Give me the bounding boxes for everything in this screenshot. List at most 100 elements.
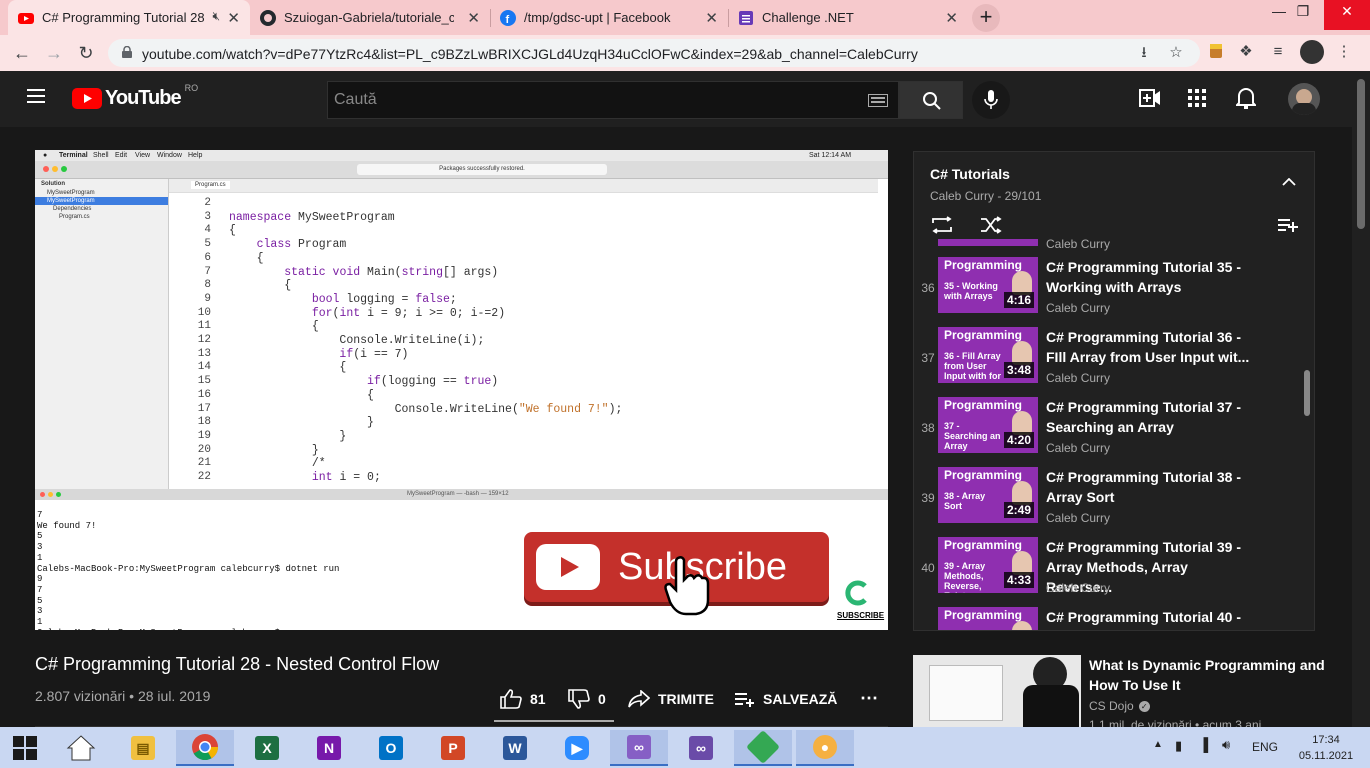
collapse-chevron-icon[interactable]	[1282, 178, 1296, 186]
language-indicator[interactable]: ENG	[1252, 740, 1278, 754]
shuffle-icon[interactable]	[980, 216, 1002, 234]
voice-search-button[interactable]	[972, 81, 1010, 119]
playlist-item-title[interactable]: C# Programming Tutorial 36 - FIll Array …	[1046, 327, 1254, 367]
playlist-thumbnail[interactable]: Programming 38 - Array Sort 2:49	[938, 467, 1038, 523]
playlist-menu-icon[interactable]	[1278, 218, 1298, 232]
restore-icon[interactable]: ❐	[1282, 0, 1324, 30]
playlist-thumbnail[interactable]: Programming 39 - Array Methods, Reverse, …	[938, 537, 1038, 593]
word-icon[interactable]: W	[486, 730, 544, 766]
create-video-icon[interactable]	[1139, 89, 1161, 107]
omnibox[interactable]: youtube.com/watch?v=dPe77YtzRc4&list=PL_…	[108, 39, 1200, 67]
youtube-logo-text: YouTube	[105, 86, 182, 109]
file-explorer-icon[interactable]: ▤	[114, 730, 172, 766]
power-icon[interactable]: ▮	[1175, 738, 1182, 754]
like-button[interactable]: 81	[500, 688, 546, 710]
start-button[interactable]	[0, 730, 50, 766]
tab-youtube[interactable]: C# Programming Tutorial 28 🔇︎ ✕	[8, 0, 250, 35]
code-line: {	[229, 361, 347, 375]
url-text[interactable]: youtube.com/watch?v=dPe77YtzRc4&list=PL_…	[142, 46, 918, 62]
code-line: class Program	[256, 238, 347, 252]
visual-studio-icon[interactable]: ∞	[610, 730, 668, 766]
playlist-thumbnail[interactable]: Programming 37 - Searching an Array 4:20	[938, 397, 1038, 453]
extensions-puzzle-icon[interactable]: ❖	[1236, 42, 1256, 62]
loop-icon[interactable]	[930, 216, 954, 234]
show-hidden-icons[interactable]: ▲	[1153, 739, 1163, 750]
playlist-item-title[interactable]: C# Programming Tutorial 35 - Working wit…	[1046, 257, 1254, 297]
close-tab-icon[interactable]: ✕	[227, 9, 240, 27]
zoom-icon[interactable]: ▶	[548, 730, 606, 766]
network-icon[interactable]: ▐	[1199, 737, 1208, 752]
more-actions-icon[interactable]: ⋯	[860, 688, 878, 709]
new-tab-button[interactable]: +	[972, 4, 1000, 32]
page-scroll-thumb[interactable]	[1357, 79, 1365, 229]
save-button[interactable]: SALVEAZĂ	[735, 688, 837, 710]
extension-cup-icon[interactable]	[1206, 42, 1226, 62]
forms-icon	[739, 10, 753, 25]
visual-studio-2-icon[interactable]: ∞	[672, 730, 730, 766]
tab-github[interactable]: Szuiogan-Gabriela/tutoriale_c# a ✕	[250, 0, 491, 35]
playlist-item[interactable]: 37 Programming 36 - Fill Array from User I…	[914, 317, 1314, 387]
playlist-item[interactable]: Programming C# Programming Tutorial 40 -	[914, 597, 1314, 630]
video-player[interactable]: ● Terminal Shell Edit View Window Help S…	[35, 150, 888, 630]
line-number: 13	[197, 347, 211, 360]
dislike-button[interactable]: 0	[568, 688, 606, 710]
close-tab-icon[interactable]: ✕	[945, 9, 958, 27]
powerpoint-icon[interactable]: P	[424, 730, 482, 766]
recommended-thumbnail[interactable]	[913, 655, 1081, 727]
apps-grid-icon[interactable]	[1188, 89, 1206, 107]
close-tab-icon[interactable]: ✕	[467, 9, 480, 27]
playlist-thumbnail[interactable]: Programming	[938, 607, 1038, 630]
tab-challenge[interactable]: Challenge .NET ✕	[728, 0, 968, 35]
playlist-thumbnail[interactable]: Programming 35 - Working with Arrays 4:16	[938, 257, 1038, 313]
youtube-logo[interactable]: YouTube RO	[72, 83, 198, 109]
media-queue-icon[interactable]: ≡	[1268, 42, 1288, 62]
bookmark-star-icon[interactable]: ☆	[1166, 43, 1186, 63]
playlist-item[interactable]: 40 Programming 39 - Array Methods, Reverse…	[914, 527, 1314, 597]
onenote-icon[interactable]: N	[300, 730, 358, 766]
playlist-item-title[interactable]: C# Programming Tutorial 37 - Searching a…	[1046, 397, 1254, 437]
clock[interactable]: 17:34 05.11.2021	[1296, 732, 1356, 764]
forward-arrow-icon[interactable]: →	[42, 41, 66, 65]
keyboard-icon[interactable]	[868, 94, 888, 107]
close-tab-icon[interactable]: ✕	[705, 9, 718, 27]
playlist-title[interactable]: C# Tutorials	[930, 166, 1010, 182]
window-close-icon[interactable]: ✕	[1324, 0, 1370, 30]
playlist-item-title[interactable]: C# Programming Tutorial 40 -	[1046, 607, 1254, 627]
speaker-icon[interactable]: 🔇︎	[212, 9, 220, 24]
search-input[interactable]: Caută	[327, 81, 899, 119]
terminal-line: 7	[37, 584, 43, 595]
more-menu-icon[interactable]: ⋮	[1334, 42, 1354, 62]
reload-icon[interactable]: ↻	[74, 41, 98, 65]
recommended-title[interactable]: What Is Dynamic Programming and How To U…	[1089, 655, 1329, 695]
playlist-item[interactable]: 39 Programming 38 - Array Sort 2:49 C# Progr…	[914, 457, 1314, 527]
page-scrollbar[interactable]	[1352, 71, 1370, 727]
excel-icon[interactable]: X	[238, 730, 296, 766]
user-avatar[interactable]	[1288, 83, 1320, 115]
volume-icon[interactable]: 🔊︎	[1222, 737, 1230, 753]
playlist-thumbnail[interactable]: Programming 36 - Fill Array from User Inp…	[938, 327, 1038, 383]
notifications-bell-icon[interactable]	[1236, 87, 1256, 109]
tab-facebook[interactable]: f /tmp/gdsc-upt | Facebook ✕	[490, 0, 729, 35]
playlist-scroll-thumb[interactable]	[1304, 370, 1310, 416]
playlist-item[interactable]: 38 Programming 37 - Searching an Array 4:20…	[914, 387, 1314, 457]
outlook-icon[interactable]: O	[362, 730, 420, 766]
terminal-line: 5	[37, 531, 43, 542]
line-number: 11	[197, 320, 211, 333]
line-number: 14	[197, 361, 211, 374]
search-button[interactable]	[899, 81, 963, 119]
line-number: 17	[197, 402, 211, 415]
mac-menu-item: Terminal	[59, 152, 88, 159]
profile-avatar-icon[interactable]	[1300, 40, 1324, 64]
playlist-item-title[interactable]: C# Programming Tutorial 38 - Array Sort	[1046, 467, 1254, 507]
hamburger-menu-icon[interactable]	[27, 89, 45, 103]
back-arrow-icon[interactable]: ←	[10, 41, 34, 65]
home-icon[interactable]	[52, 730, 110, 766]
recommended-channel[interactable]: CS Dojo	[1089, 699, 1134, 713]
maps-app-icon[interactable]	[734, 730, 792, 766]
install-app-icon[interactable]: ⭳	[1134, 43, 1154, 63]
chrome-icon[interactable]	[176, 730, 234, 766]
playlist-item[interactable]: 36 Programming 35 - Working with Arrays 4:1…	[914, 247, 1314, 317]
playlist-index: 40	[921, 561, 935, 575]
share-button[interactable]: TRIMITE	[628, 688, 714, 710]
paint-icon[interactable]: ●	[796, 730, 854, 766]
